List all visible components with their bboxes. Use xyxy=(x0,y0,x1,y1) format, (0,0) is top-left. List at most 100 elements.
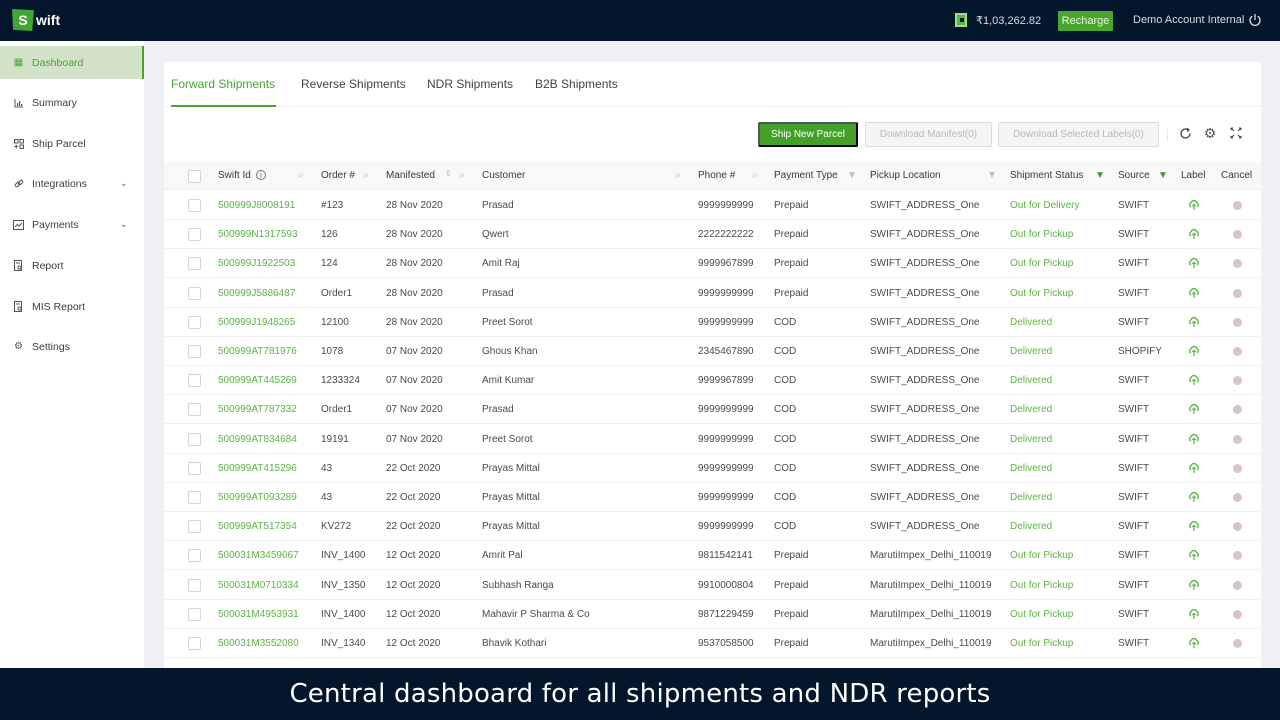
row-checkbox[interactable] xyxy=(188,199,201,212)
swift-id-link[interactable]: 500031M0710334 xyxy=(218,580,299,591)
swift-id-link[interactable]: 500999AT415296 xyxy=(218,463,297,474)
download-label-icon[interactable] xyxy=(1188,637,1200,649)
download-label-icon[interactable] xyxy=(1188,287,1200,299)
download-label-icon[interactable] xyxy=(1188,199,1200,211)
cancel-shipment-icon[interactable] xyxy=(1233,463,1242,473)
download-label-icon[interactable] xyxy=(1188,316,1200,328)
download-label-icon[interactable] xyxy=(1188,491,1200,503)
cancel-shipment-icon[interactable] xyxy=(1233,493,1242,502)
search-icon[interactable]: ⌕ xyxy=(459,170,465,181)
account-name[interactable]: Demo Account Internal xyxy=(1133,14,1244,26)
download-label-icon[interactable] xyxy=(1188,228,1200,240)
row-checkbox[interactable] xyxy=(188,549,201,563)
info-icon[interactable]: i xyxy=(256,170,266,180)
cancel-shipment-icon[interactable] xyxy=(1233,376,1242,386)
chevron-down-icon[interactable]: ⌄ xyxy=(120,219,128,230)
row-checkbox[interactable] xyxy=(188,345,201,358)
row-checkbox[interactable] xyxy=(188,432,201,446)
filter-active-icon[interactable]: ▼ xyxy=(1158,170,1168,181)
tab-ndr-shipments[interactable]: NDR Shipments xyxy=(427,77,513,91)
tab-reverse-shipments[interactable]: Reverse Shipments xyxy=(301,77,406,91)
swift-id-link[interactable]: 500999AT787332 xyxy=(218,404,297,415)
filter-active-icon[interactable]: ▼ xyxy=(1095,170,1105,181)
cancel-shipment-icon[interactable] xyxy=(1233,230,1242,240)
column-header-phone[interactable]: Phone # xyxy=(698,170,735,181)
recharge-button[interactable]: Recharge xyxy=(1058,11,1113,31)
download-manifest-button[interactable]: Download Manifest(0) xyxy=(865,122,992,147)
swift-id-link[interactable]: 500999J5886487 xyxy=(218,288,295,299)
search-icon[interactable]: ⌕ xyxy=(298,170,304,181)
swift-id-link[interactable]: 500999J1948265 xyxy=(218,317,295,328)
download-label-icon[interactable] xyxy=(1188,433,1200,445)
download-label-icon[interactable] xyxy=(1188,520,1200,532)
sidebar-item-payments[interactable]: Payments ⌄ xyxy=(0,208,144,241)
swift-id-link[interactable]: 500999J8008191 xyxy=(218,200,295,211)
row-checkbox[interactable] xyxy=(188,637,201,650)
swift-id-link[interactable]: 500999AT517354 xyxy=(218,521,297,532)
sidebar-item-ship-parcel[interactable]: Ship Parcel xyxy=(0,127,144,160)
row-checkbox[interactable] xyxy=(188,607,201,621)
swift-id-link[interactable]: 500031M3459067 xyxy=(218,550,299,561)
cancel-shipment-icon[interactable] xyxy=(1233,434,1242,444)
column-header-manifested[interactable]: Manifested xyxy=(386,170,435,181)
column-header-payment-type[interactable]: Payment Type xyxy=(774,170,838,181)
swift-id-link[interactable]: 500999N1317593 xyxy=(218,229,298,240)
row-checkbox[interactable] xyxy=(188,520,201,534)
download-labels-button[interactable]: Download Selected Labels(0) xyxy=(998,122,1159,147)
row-checkbox[interactable] xyxy=(188,578,201,592)
download-label-icon[interactable] xyxy=(1188,403,1200,415)
column-header-source[interactable]: Source xyxy=(1118,170,1150,181)
search-icon[interactable]: ⌕ xyxy=(675,170,681,181)
ship-new-parcel-button[interactable]: Ship New Parcel xyxy=(758,122,858,147)
sidebar-item-summary[interactable]: Summary xyxy=(0,86,144,119)
column-header-swift-id[interactable]: Swift Id xyxy=(218,170,251,181)
search-icon[interactable]: ⌕ xyxy=(363,170,369,181)
cancel-shipment-icon[interactable] xyxy=(1233,522,1242,532)
download-label-icon[interactable] xyxy=(1188,374,1200,386)
fullscreen-icon[interactable] xyxy=(1228,125,1244,141)
row-checkbox[interactable] xyxy=(188,286,201,300)
search-icon[interactable]: ⌕ xyxy=(752,170,758,181)
swift-id-link[interactable]: 500031M3552080 xyxy=(218,638,299,649)
download-label-icon[interactable] xyxy=(1188,608,1200,620)
filter-icon[interactable]: ▼ xyxy=(987,170,997,181)
cancel-shipment-icon[interactable] xyxy=(1233,347,1242,356)
row-checkbox[interactable] xyxy=(188,315,201,329)
cancel-shipment-icon[interactable] xyxy=(1233,201,1242,210)
column-header-shipment-status[interactable]: Shipment Status xyxy=(1010,170,1083,181)
swift-id-link[interactable]: 500999AT781976 xyxy=(218,346,297,357)
download-label-icon[interactable] xyxy=(1188,257,1200,269)
cancel-shipment-icon[interactable] xyxy=(1233,259,1242,269)
tab-b2b-shipments[interactable]: B2B Shipments xyxy=(535,77,618,91)
row-checkbox[interactable] xyxy=(188,257,201,271)
download-label-icon[interactable] xyxy=(1188,579,1200,591)
swift-id-link[interactable]: 500999AT445269 xyxy=(218,375,297,386)
cancel-shipment-icon[interactable] xyxy=(1233,609,1242,619)
sidebar-item-integrations[interactable]: Integrations ⌄ xyxy=(0,167,144,200)
tab-forward-shipments[interactable]: Forward Shipments xyxy=(171,77,275,91)
swift-id-link[interactable]: 500999AT834684 xyxy=(218,434,297,445)
cancel-shipment-icon[interactable] xyxy=(1233,405,1242,415)
row-checkbox[interactable] xyxy=(188,491,201,504)
sidebar-item-mis-report[interactable]: MIS Report xyxy=(0,290,144,323)
sidebar-item-dashboard[interactable]: ▦ Dashboard xyxy=(0,46,144,79)
cancel-shipment-icon[interactable] xyxy=(1233,288,1242,298)
settings-icon[interactable]: ⚙ xyxy=(1202,125,1218,141)
cancel-shipment-icon[interactable] xyxy=(1233,580,1242,590)
row-checkbox[interactable] xyxy=(188,374,201,388)
column-header-pickup-location[interactable]: Pickup Location xyxy=(870,170,941,181)
swift-id-link[interactable]: 500031M4953931 xyxy=(218,609,299,620)
select-all-checkbox[interactable] xyxy=(188,170,201,183)
logo[interactable]: S wift xyxy=(12,9,60,31)
power-icon[interactable] xyxy=(1248,13,1262,27)
download-label-icon[interactable] xyxy=(1188,462,1200,474)
refresh-icon[interactable] xyxy=(1177,125,1193,141)
row-checkbox[interactable] xyxy=(188,228,201,242)
sidebar-item-settings[interactable]: ⚙ Settings xyxy=(0,330,144,363)
cancel-shipment-icon[interactable] xyxy=(1233,639,1242,648)
column-header-customer[interactable]: Customer xyxy=(482,170,525,181)
swift-id-link[interactable]: 500999AT093289 xyxy=(218,492,297,503)
row-checkbox[interactable] xyxy=(188,403,201,417)
cancel-shipment-icon[interactable] xyxy=(1233,551,1242,561)
filter-icon[interactable]: ▼ xyxy=(847,170,857,181)
